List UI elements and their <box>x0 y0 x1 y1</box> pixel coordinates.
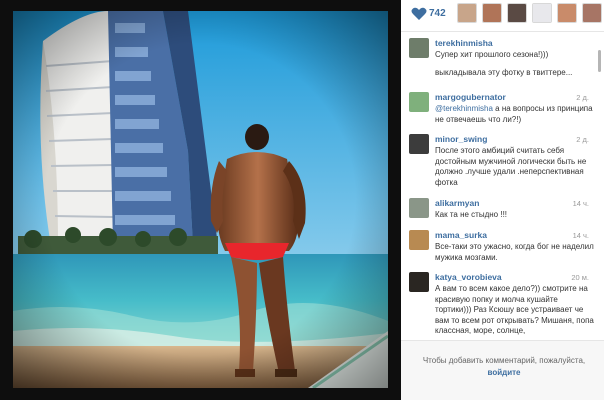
likes-bar: 742 <box>401 0 604 32</box>
comment-username[interactable]: terekhinmisha <box>435 38 493 48</box>
comment-time: 2 д. <box>576 93 589 102</box>
commenter-avatar[interactable] <box>409 134 429 154</box>
commenter-avatar[interactable] <box>409 198 429 218</box>
comment-text: @terekhinmisha а на вопросы из принципа … <box>435 104 595 125</box>
login-prompt-box: Чтобы добавить комментарий, пожалуйста, … <box>401 340 604 400</box>
comments-scrollbar[interactable] <box>598 50 601 72</box>
liker-avatar[interactable] <box>582 3 602 23</box>
comment-time: 14 ч. <box>572 199 589 208</box>
commenter-avatar[interactable] <box>409 38 429 58</box>
comment-time: 20 м. <box>571 273 589 282</box>
comments-sidebar: 742 terekhinmisha Супер хит прошлого сез… <box>401 0 604 400</box>
liker-avatar[interactable] <box>557 3 577 23</box>
liker-avatar[interactable] <box>532 3 552 23</box>
comment-text: После этого амбиций считать себя достойн… <box>435 146 587 187</box>
comment-time: 14 ч. <box>572 231 589 240</box>
comment-text: Как та не стыдно !!! <box>435 210 508 219</box>
comment-username[interactable]: alikarmyan <box>435 198 479 208</box>
beach-photo-image <box>13 11 388 388</box>
comment-username[interactable]: minor_swing <box>435 134 487 144</box>
liker-avatar[interactable] <box>457 3 477 23</box>
comment-item: katya_vorobieva 20 м. А вам то всем како… <box>401 270 597 340</box>
photo-pane <box>0 0 401 400</box>
commenter-avatar[interactable] <box>409 230 429 250</box>
comment-text: А вам то всем какое дело?)) смотрите на … <box>435 284 594 335</box>
comment-time: 2 д. <box>576 135 589 144</box>
comment-mention[interactable]: @terekhinmisha <box>435 104 493 113</box>
comment-item: minor_swing 2 д. После этого амбиций счи… <box>401 132 597 192</box>
post-photo[interactable] <box>13 11 388 388</box>
comment-item: alikarmyan 14 ч. Как та не стыдно !!! <box>401 196 597 226</box>
comment-text: Супер хит прошлого сезона!))) <box>435 50 549 59</box>
login-prompt: Чтобы добавить комментарий, пожалуйста, … <box>409 355 599 379</box>
comment-item: terekhinmisha Супер хит прошлого сезона!… <box>401 34 597 82</box>
login-link[interactable]: войдите <box>488 368 521 377</box>
liker-avatar[interactable] <box>482 3 502 23</box>
heart-icon[interactable] <box>411 7 427 21</box>
comment-username[interactable]: margogubernator <box>435 92 506 102</box>
comment-text: Все-таки это ужасно, когда бог не надели… <box>435 242 594 262</box>
login-prompt-text: Чтобы добавить комментарий, пожалуйста, <box>422 356 586 365</box>
commenter-avatar[interactable] <box>409 92 429 112</box>
commenter-avatar[interactable] <box>409 272 429 292</box>
comments-list[interactable]: terekhinmisha Супер хит прошлого сезона!… <box>401 34 604 340</box>
comment-text-continued: выкладывала эту фотку в твиттере... <box>435 68 573 77</box>
comment-item: mama_surka 14 ч. Все-таки это ужасно, ко… <box>401 228 597 268</box>
comment-item: margogubernator 2 д. @terekhinmisha а на… <box>401 90 597 130</box>
liker-avatar[interactable] <box>507 3 527 23</box>
comment-username[interactable]: katya_vorobieva <box>435 272 502 282</box>
like-count[interactable]: 742 <box>429 8 446 19</box>
comment-username[interactable]: mama_surka <box>435 230 487 240</box>
